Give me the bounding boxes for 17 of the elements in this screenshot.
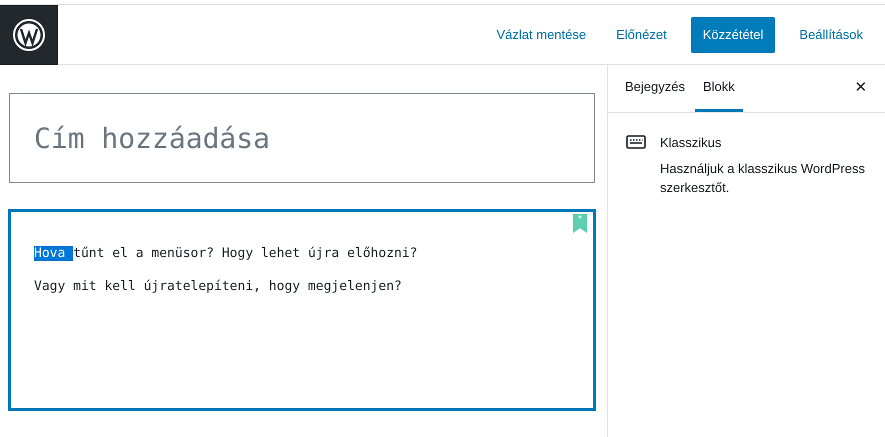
classic-block[interactable]: * Hova tűnt el a menüsor? Hogy lehet újra előhozni? Vagy mit kell újratelepíteni, hogy megjelenjen?	[8, 209, 596, 411]
paragraph: Hova tűnt el a menüsor? Hogy lehet újra előhozni?	[34, 245, 419, 263]
sidebar-tab[interactable]: Blokk	[694, 65, 743, 112]
title-field[interactable]: Cím hozzáadása	[9, 93, 595, 183]
header-link[interactable]: Előnézet	[608, 16, 675, 52]
header-link[interactable]: Vázlat mentése	[488, 16, 594, 52]
paragraph: Vagy mit kell újratelepíteni, hogy megjelenjen?	[34, 278, 403, 296]
wordpress-icon	[12, 18, 46, 52]
bookmark-badge: *	[573, 214, 587, 233]
keyboard-icon	[626, 135, 646, 149]
publish-button[interactable]: Közzététel	[690, 16, 776, 52]
block-description: Használjuk a klasszikus WordPress szerkesztőt.	[660, 160, 866, 196]
sidebar-tab[interactable]: Bejegyzés	[617, 65, 693, 112]
block-title: Klasszikus	[660, 134, 722, 152]
close-button[interactable]: ✕	[837, 65, 885, 112]
header-link[interactable]: Beállítások	[791, 16, 871, 52]
wordpress-logo[interactable]	[0, 4, 58, 64]
